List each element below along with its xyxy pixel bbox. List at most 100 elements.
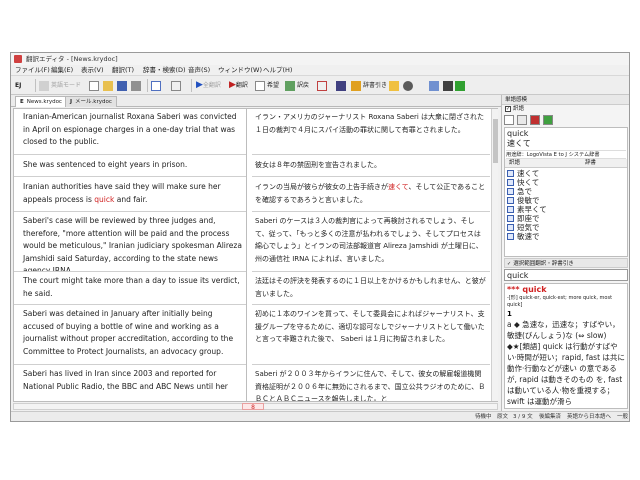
target-pane[interactable]: イラン・アメリカのジャーナリスト Roxana Saberi は大衆に閉ざされた… xyxy=(252,109,490,401)
speaker-button[interactable] xyxy=(429,79,441,92)
hope-icon xyxy=(255,80,265,91)
status-state: 後編集済 xyxy=(539,414,562,420)
keyboard-icon xyxy=(443,80,453,91)
direction-select[interactable]: EJ xyxy=(15,79,21,92)
settings-button[interactable] xyxy=(403,79,415,92)
tab-news[interactable]: E News.krydoc xyxy=(15,96,67,107)
source-text: and fair. xyxy=(114,194,148,204)
reverse-translate-button[interactable]: 訳戻 xyxy=(285,79,309,92)
segment-navigator[interactable]: 8 xyxy=(13,403,498,411)
separator xyxy=(147,79,148,92)
check-button[interactable] xyxy=(389,79,401,92)
menu-help[interactable]: ヘルプ(H) xyxy=(263,65,292,75)
candidate-item[interactable]: 急で xyxy=(507,187,532,196)
bookmark-button[interactable] xyxy=(455,79,467,92)
sense-number: 1 xyxy=(507,310,512,318)
source-segment[interactable]: Saberi has lived in Iran since 2003 and … xyxy=(14,365,246,401)
translate-button[interactable]: ▶翻訳 xyxy=(229,79,248,92)
open-button[interactable] xyxy=(103,79,115,92)
target-segment[interactable]: イランの当局が彼らが彼女の上告手続きが速くて、そして公正であることを確認するであ… xyxy=(252,177,490,212)
menu-file[interactable]: ファイル(F) xyxy=(15,65,50,75)
menu-dictionary[interactable]: 辞書・検索(D) xyxy=(143,65,186,75)
english-mode-label: 英語モード xyxy=(51,82,82,89)
translation-checkbox-row[interactable]: ✓ 訳語 xyxy=(502,105,629,114)
candidate-item[interactable]: 素早くて xyxy=(507,205,547,214)
candidate-item[interactable]: 短気で xyxy=(507,223,540,232)
word-panel-title: 単語感模 xyxy=(502,95,629,105)
word-panel: 単語感模 ✓ 訳語 quick 速くて 用途辞：LogoVista E to J … xyxy=(501,95,629,411)
candidate-item[interactable]: 敏速で xyxy=(507,232,540,241)
print-icon xyxy=(131,80,141,91)
english-mode-button[interactable]: 英語モード xyxy=(39,79,81,92)
column-dictionary[interactable]: 辞書 xyxy=(585,159,596,168)
status-mode: 待機中 xyxy=(475,414,492,420)
target-segment[interactable]: 彼女は８年の禁固刑を宣告されました。 xyxy=(252,155,490,177)
font-button[interactable] xyxy=(171,79,183,92)
print-button[interactable] xyxy=(131,79,143,92)
hope-button[interactable]: 希望 xyxy=(255,79,279,92)
menu-view[interactable]: 表示(V) xyxy=(81,65,104,75)
candidate-item[interactable]: 快くて xyxy=(507,178,539,187)
menu-translate[interactable]: 翻訳(T) xyxy=(112,65,134,75)
check-icon[interactable]: ✓ xyxy=(505,105,511,112)
scrollbar-thumb[interactable] xyxy=(493,119,498,163)
undo-button[interactable] xyxy=(317,79,329,92)
target-segment[interactable]: 初めに１本のワインを買って、そして委員会によればジャーナリスト、支援グループを守… xyxy=(252,305,490,365)
translate-all-button[interactable]: ▶全翻訳 xyxy=(196,79,221,92)
candidate-label: 快くて xyxy=(517,178,540,187)
highlighted-translation[interactable]: 速くて xyxy=(388,183,408,191)
tab-mail-key: J xyxy=(70,99,73,105)
menu-window[interactable]: ウィンドウ(W) xyxy=(218,65,262,75)
target-segment[interactable]: イラン・アメリカのジャーナリスト Roxana Saberi は大衆に閉ざされた… xyxy=(252,109,490,155)
current-segment-marker[interactable]: 8 xyxy=(242,403,264,411)
save-button[interactable] xyxy=(117,79,129,92)
reverse-icon xyxy=(285,80,295,91)
stop-button[interactable] xyxy=(336,79,348,92)
menu-edit[interactable]: 編集(E) xyxy=(51,65,73,75)
target-segment[interactable]: 法廷はその評決を発表するのに１日以上をかけるかもしれません、と彼が言いました。 xyxy=(252,272,490,305)
candidate-item[interactable]: 即座で xyxy=(507,214,540,223)
new-document-icon xyxy=(89,80,99,91)
translation-editor-window: 翻訳エディタ - [News.krydoc] ファイル(F) 編集(E) 表示(… xyxy=(10,52,630,422)
candidate-item[interactable]: 速くて xyxy=(507,169,539,178)
column-translation[interactable]: 訳語 xyxy=(509,159,520,168)
new-document-button[interactable] xyxy=(89,79,101,92)
document-tabs: E News.krydoc J メール.krydoc xyxy=(11,95,501,107)
source-pane[interactable]: Iranian-American journalist Roxana Saber… xyxy=(14,109,247,401)
lookup-panel-title[interactable]: ✓ 選択範囲翻訳・辞書引き xyxy=(504,258,628,268)
layout-button[interactable] xyxy=(151,79,163,92)
dictionary-icon xyxy=(351,80,361,91)
status-direction: 英語から日本語へ xyxy=(567,414,612,420)
word-panel-toolbar xyxy=(504,114,628,126)
toolbar: EJ 英語モード ▶全翻訳 ▶翻訳 希望 訳戻 辞書引き xyxy=(11,75,629,95)
title-bar: 翻訳エディタ - [News.krydoc] xyxy=(11,53,629,65)
tab-mail-label: メール.krydoc xyxy=(75,99,112,105)
tab-mail[interactable]: J メール.krydoc xyxy=(65,96,117,107)
menu-voice[interactable]: 音声(S) xyxy=(188,65,210,75)
source-segment[interactable]: The court might take more than a day to … xyxy=(14,272,246,305)
source-segment[interactable]: Saberi's case will be reviewed by three … xyxy=(14,212,246,272)
source-segment[interactable]: Iranian-American journalist Roxana Saber… xyxy=(14,109,246,155)
candidate-label: 即座で xyxy=(517,214,540,223)
candidate-item[interactable]: 俊敏で xyxy=(507,196,540,205)
register-icon[interactable] xyxy=(543,115,553,125)
hope-label: 希望 xyxy=(267,82,280,89)
translate-icon: ▶ xyxy=(229,80,236,90)
target-segment[interactable]: Saberi のケースは３人の裁判官によって再検討されるでしょう、そして、従って… xyxy=(252,212,490,272)
dictionary-icon xyxy=(507,223,514,231)
vertical-scrollbar[interactable] xyxy=(491,109,498,401)
lookup-search-input[interactable]: quick xyxy=(504,269,628,281)
translation-checkbox-label: 訳語 xyxy=(513,106,525,112)
target-segment[interactable]: Saberi が２００３年からイランに住んで、そして、彼女の解雇報道機関資格証明… xyxy=(252,365,490,401)
source-segment[interactable]: Iranian authorities have said they will … xyxy=(14,177,246,212)
highlighted-word[interactable]: quick xyxy=(94,195,114,204)
check-icon xyxy=(389,80,399,91)
source-segment[interactable]: Saberi was detained in January after ini… xyxy=(14,305,246,365)
edit-icon[interactable] xyxy=(517,115,527,125)
keyboard-button[interactable] xyxy=(443,79,455,92)
add-word-icon[interactable] xyxy=(530,115,540,125)
reverse-label: 訳戻 xyxy=(297,82,310,89)
translation-list-icon[interactable] xyxy=(504,115,514,125)
source-segment[interactable]: She was sentenced to eight years in pris… xyxy=(14,155,246,177)
dictionary-lookup-button[interactable]: 辞書引き xyxy=(351,79,387,92)
